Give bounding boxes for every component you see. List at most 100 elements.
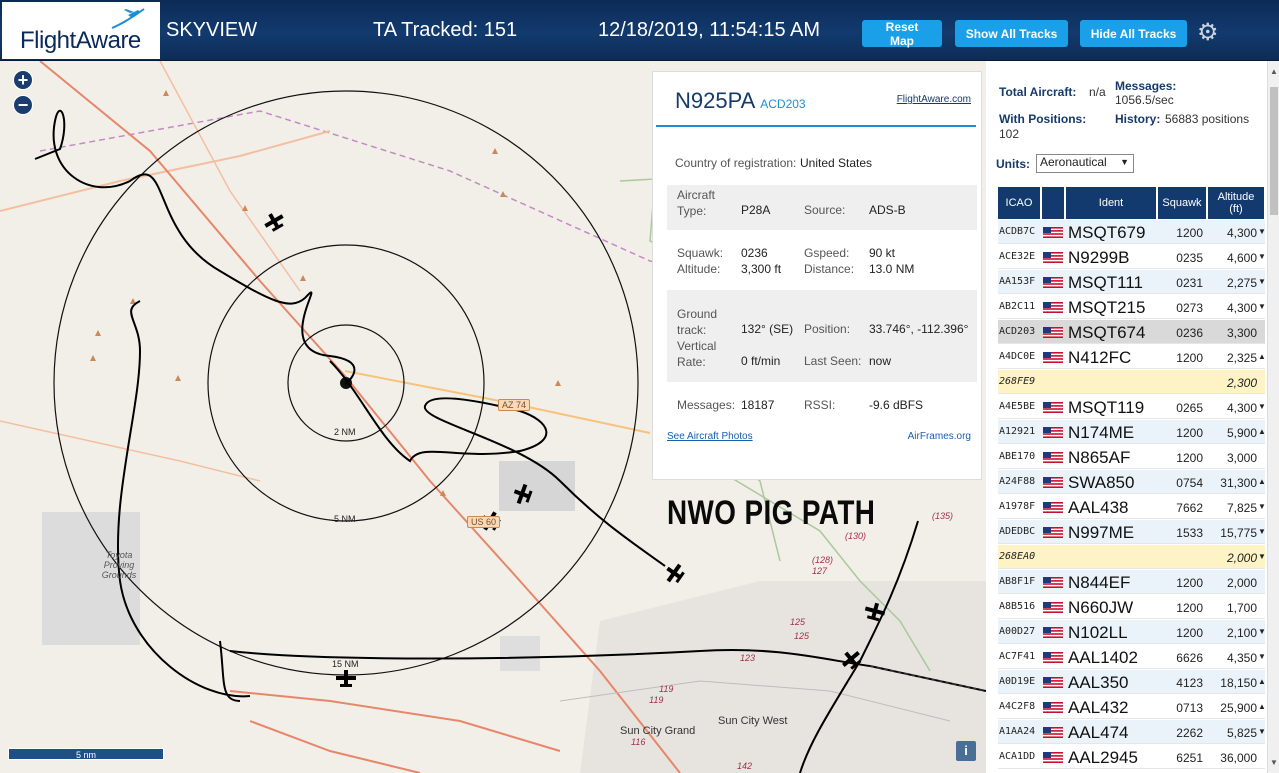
hide-all-tracks-button[interactable]: Hide All Tracks [1080, 20, 1187, 47]
table-row[interactable]: ACD203 MSQT674 0236 3,300 [998, 320, 1265, 344]
distance-value: 13.0 NM [869, 262, 915, 276]
row-altitude: 25,900 [1220, 701, 1257, 715]
row-squawk: 0231 [1176, 276, 1203, 290]
town-label: Toyota Proving Grounds [101, 550, 137, 580]
units-label: Units: [996, 157, 1030, 171]
row-icao: A24F88 [999, 476, 1036, 487]
table-row[interactable]: A4C2F8 AAL432 0713 25,900 ▲ [998, 695, 1266, 719]
row-altitude: 3,000 [1226, 451, 1257, 465]
row-icao: A4C2F8 [999, 701, 1036, 712]
gear-icon[interactable]: ⚙ [1197, 18, 1219, 47]
zoom-in-button[interactable]: + [13, 70, 33, 90]
table-row[interactable]: ABE170 N865AF 1200 3,000 [998, 445, 1265, 469]
row-icao: A8B516 [999, 601, 1036, 612]
popup-ident: N925PA ACD203 [675, 88, 806, 114]
row-squawk: 7662 [1176, 501, 1203, 515]
scroll-down-icon[interactable]: ▼ [1270, 758, 1278, 767]
table-row[interactable]: A0D19E AAL350 4123 18,150 ▲ [998, 670, 1266, 694]
column-header-squawk[interactable]: Squawk [1158, 187, 1207, 219]
row-icao: ABE170 [999, 451, 1036, 462]
see-aircraft-photos-link[interactable]: See Aircraft Photos [667, 431, 753, 442]
road [0, 130, 331, 212]
altitude-trend-icon: ▲ [1258, 427, 1266, 436]
table-row[interactable]: A1AA24 AAL474 2262 5,825 ▼ [998, 720, 1266, 744]
flightaware-logo[interactable]: FlightAware [2, 2, 160, 59]
highway-us60 [39, 61, 681, 773]
table-row[interactable]: ADEDBC N997ME 1533 15,775 ▼ [998, 520, 1266, 544]
row-squawk: 0236 [1176, 326, 1203, 340]
row-ident: N865AF [1068, 448, 1131, 467]
row-altitude: 5,825 [1226, 726, 1257, 740]
airframes-link[interactable]: AirFrames.org [908, 431, 971, 442]
scrollbar-thumb[interactable] [1270, 87, 1278, 215]
scroll-up-icon[interactable]: ▲ [1270, 67, 1278, 76]
row-icao: ACD203 [999, 326, 1036, 337]
panel-scrollbar[interactable]: ▲ ▼ [1267, 61, 1279, 773]
road-number: 119 [649, 695, 664, 705]
road-number: 125 [794, 631, 810, 641]
table-row[interactable]: ACA1DD AAL2945 6251 36,000 [998, 745, 1265, 769]
flightaware-link[interactable]: FlightAware.com [897, 94, 971, 105]
column-header-altitude[interactable]: Altitude (ft) [1208, 187, 1265, 219]
messages-rate-value: 1056.5/sec [1115, 93, 1174, 107]
type-value: P28A [741, 203, 771, 217]
zoom-out-button[interactable]: − [13, 95, 33, 115]
us-flag-icon [1043, 302, 1063, 313]
table-row[interactable]: ACDB7C MSQT679 1200 4,300 ▼ [998, 220, 1266, 244]
row-altitude: 4,600 [1226, 251, 1257, 265]
row-altitude: 5,900 [1226, 426, 1257, 440]
logo-text: FlightAware [20, 27, 141, 54]
column-header-icao[interactable]: ICAO [998, 187, 1041, 219]
table-row[interactable]: A1978F AAL438 7662 7,825 ▼ [998, 495, 1266, 519]
row-icao: ACA1DD [999, 751, 1036, 762]
road-number: 142 [737, 761, 753, 771]
row-ident: MSQT674 [1068, 323, 1146, 342]
row-ident: N660JW [1068, 598, 1134, 617]
row-icao: A00D27 [999, 626, 1036, 637]
popup-callsign[interactable]: ACD203 [760, 97, 805, 111]
table-row[interactable]: AB8F1F N844EF 1200 2,000 [998, 570, 1265, 594]
table-row[interactable]: A4E5BE MSQT119 0265 4,300 ▼ [998, 395, 1266, 419]
road-number: (135) [932, 511, 954, 521]
altitude-value: 3,300 ft [741, 262, 782, 276]
column-header-ident[interactable]: Ident [1066, 187, 1157, 219]
us-flag-icon [1043, 627, 1063, 638]
reset-map-button[interactable]: Reset Map [862, 20, 942, 48]
row-ident: AAL438 [1068, 498, 1129, 517]
track-value: 132° (SE) [741, 322, 794, 336]
row-squawk: 1200 [1176, 226, 1203, 240]
column-header-flag[interactable] [1042, 187, 1065, 219]
units-selected-value: Aeronautical [1040, 155, 1107, 169]
table-row[interactable]: A12921 N174ME 1200 5,900 ▲ [998, 420, 1266, 444]
popup-divider [656, 125, 976, 127]
table-row[interactable]: ACE32E N9299B 0235 4,600 ▼ [998, 245, 1266, 269]
row-ident: N997ME [1068, 523, 1135, 542]
row-ident: AAL1402 [1068, 648, 1138, 667]
chevron-down-icon: ▼ [1120, 157, 1129, 167]
altitude-trend-icon: ▼ [1258, 302, 1266, 311]
row-squawk: 0265 [1176, 401, 1203, 415]
table-row[interactable]: A24F88 SWA850 0754 31,300 ▲ [998, 470, 1266, 494]
row-squawk: 1200 [1176, 426, 1203, 440]
table-row[interactable]: 268EA0 2,000 ▼ [998, 545, 1266, 569]
info-button[interactable]: i [956, 741, 976, 761]
table-row[interactable]: AB2C11 MSQT215 0273 4,300 ▼ [998, 295, 1266, 319]
table-row[interactable]: 268FE9 2,300 [998, 370, 1265, 394]
units-select[interactable]: Aeronautical ▼ [1036, 154, 1134, 173]
messages-label: Messages: [677, 398, 736, 412]
table-row[interactable]: AA153F MSQT111 0231 2,275 ▼ [998, 270, 1266, 294]
show-all-tracks-button[interactable]: Show All Tracks [955, 20, 1068, 47]
route-shield: US 60 [467, 516, 501, 528]
squawk-value: 0236 [741, 246, 768, 260]
row-ident: MSQT119 [1068, 398, 1145, 417]
row-altitude: 3,300 [1226, 326, 1257, 340]
road-number: 123 [740, 653, 756, 663]
table-row[interactable]: A00D27 N102LL 1200 2,100 ▼ [998, 620, 1266, 644]
row-ident: AAL432 [1068, 698, 1129, 717]
table-row[interactable]: A4DC0E N412FC 1200 2,325 ▲ [998, 345, 1266, 369]
us-flag-icon [1043, 352, 1063, 363]
altitude-trend-icon: ▲ [1258, 677, 1266, 686]
table-row[interactable]: AC7F41 AAL1402 6626 4,350 ▼ [998, 645, 1266, 669]
table-row[interactable]: A8B516 N660JW 1200 1,700 [998, 595, 1265, 619]
rssi-value: -9.6 dBFS [869, 398, 924, 412]
